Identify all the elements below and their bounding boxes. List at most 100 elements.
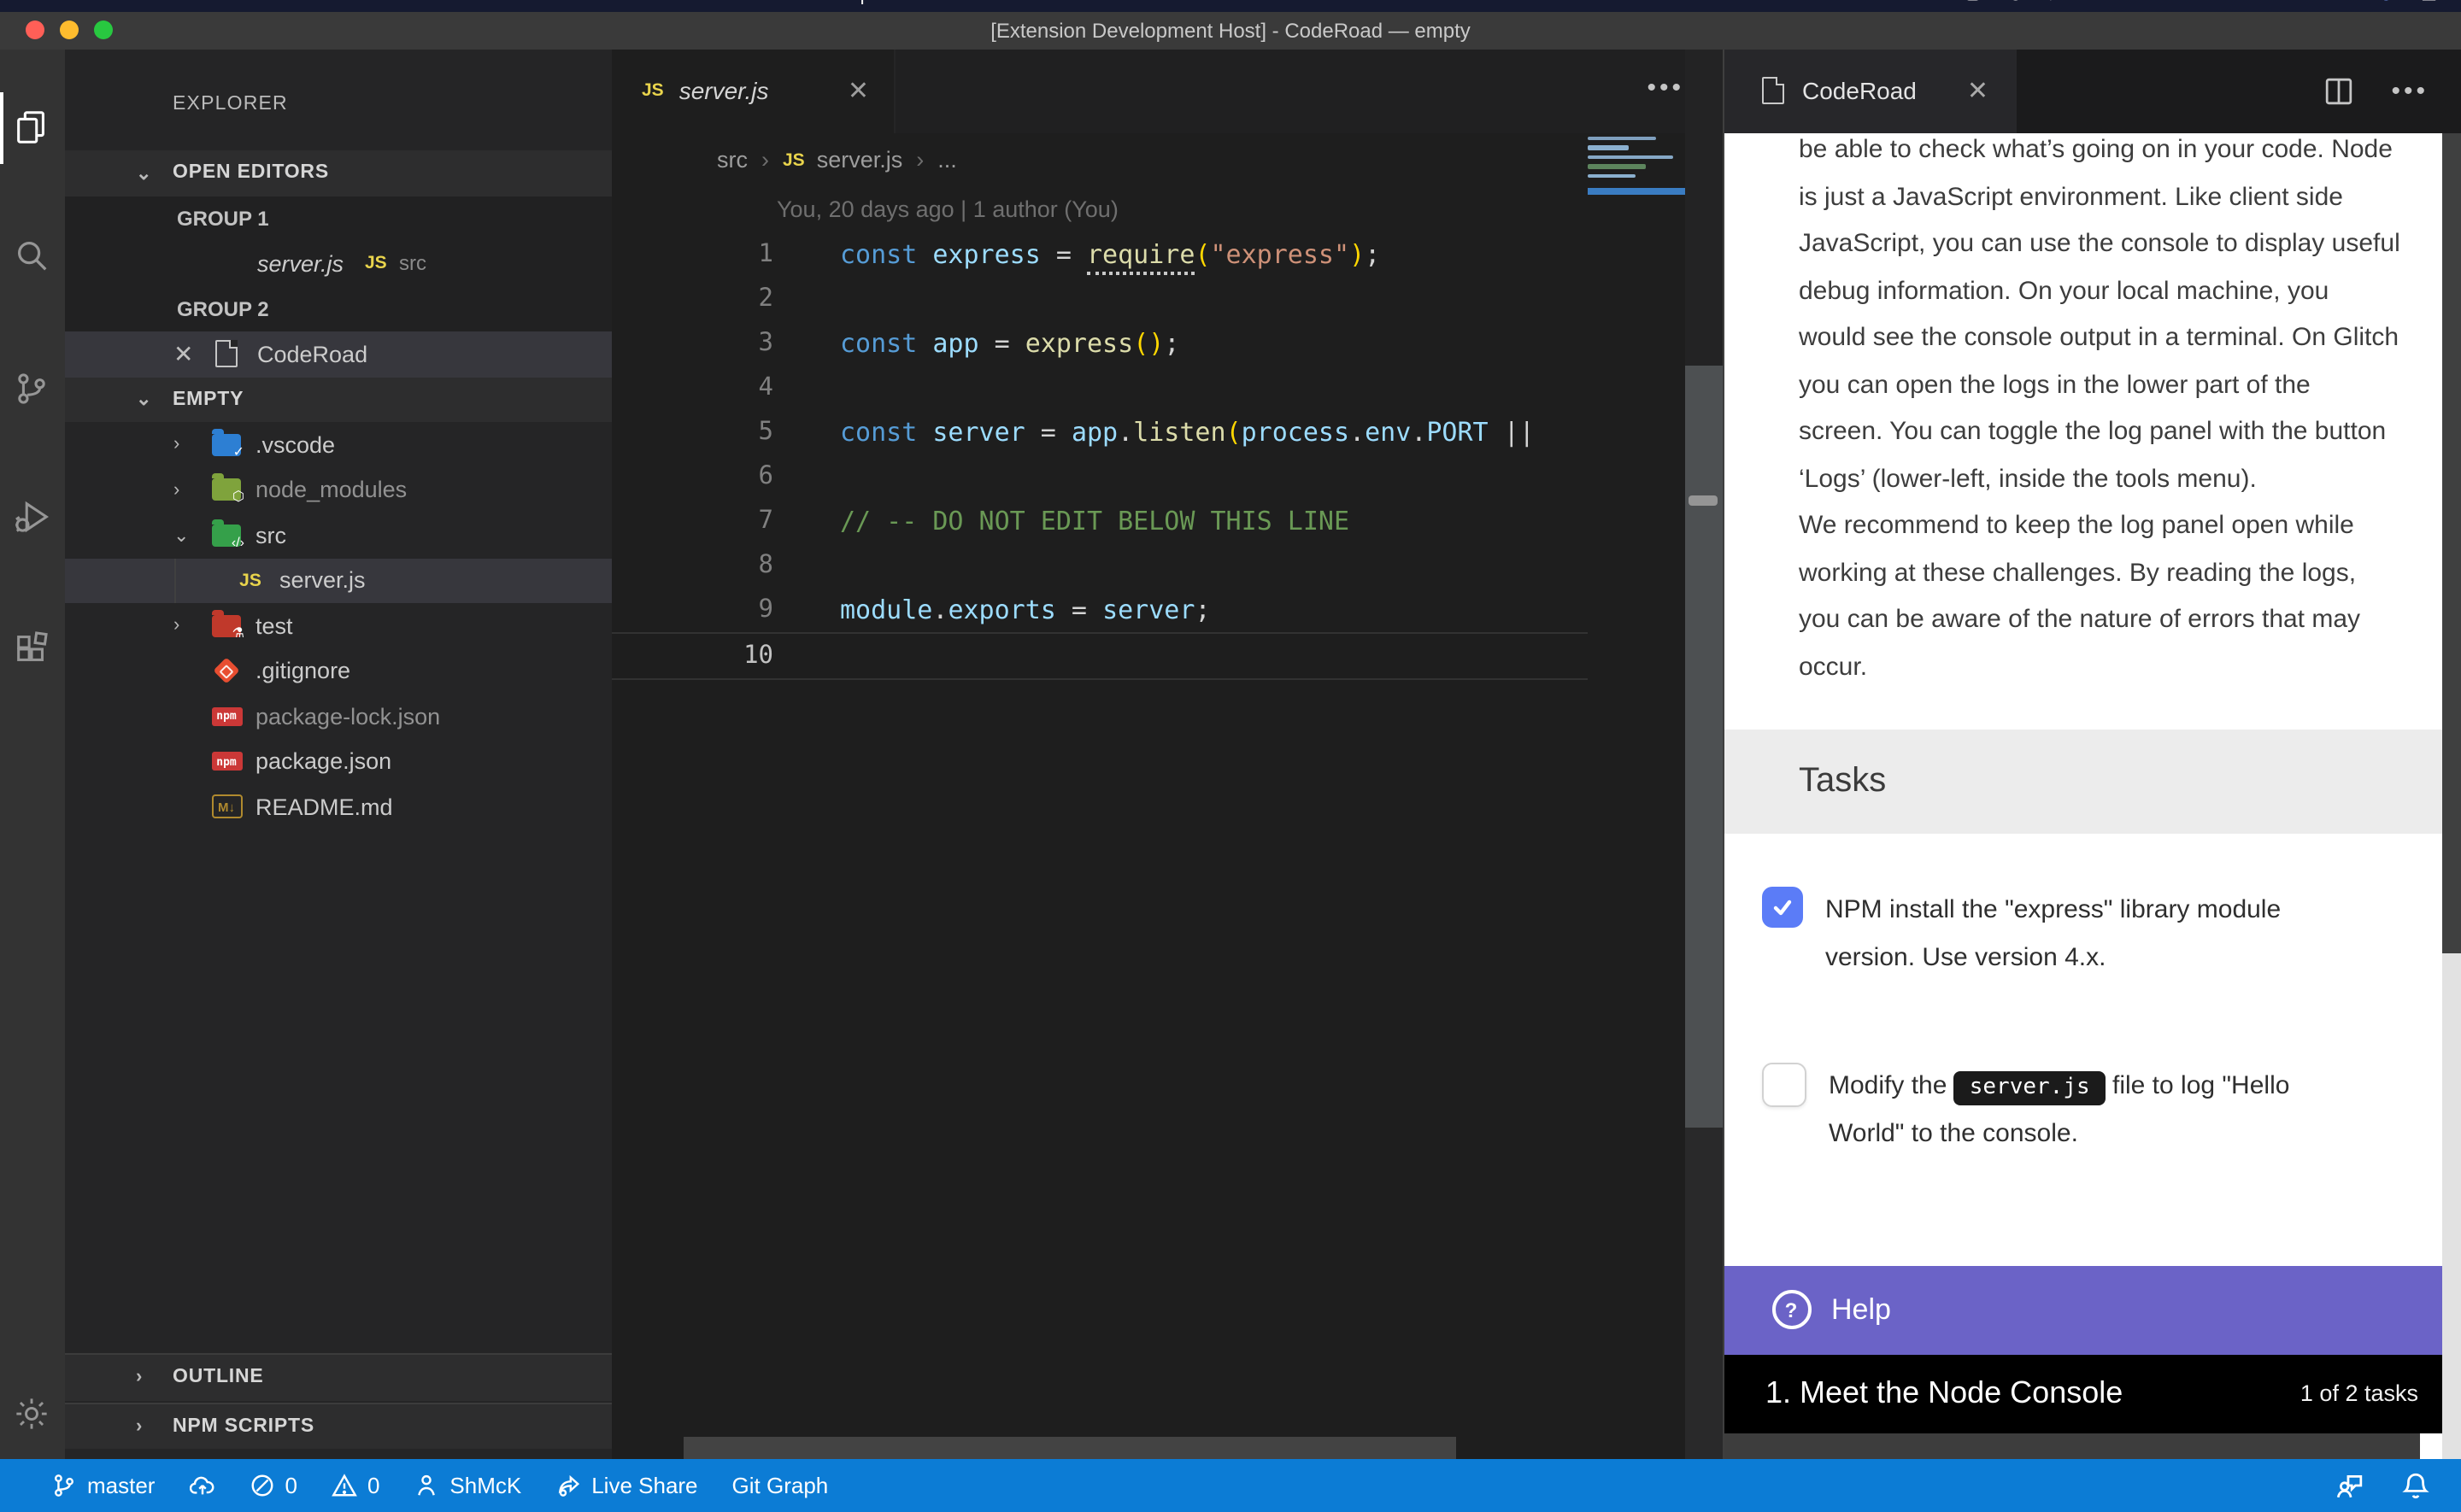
tree-item-node-modules[interactable]: ›⬡node_modules	[64, 467, 611, 513]
code-line-4[interactable]: 4	[611, 366, 1587, 410]
editor-vertical-scrollbar[interactable]	[1685, 49, 1722, 1458]
status-git-graph[interactable]: Git Graph	[732, 1473, 829, 1498]
macos-menu-bar: Code File Edit Selection View Go Run Terminal Wi…	[0, 0, 2461, 12]
status-cloud-upload[interactable]	[189, 1473, 214, 1498]
bell-icon[interactable]	[2401, 1471, 2430, 1500]
tree-item-test[interactable]: ›⚗test	[64, 603, 611, 648]
status-live-share[interactable]: Live Share	[555, 1473, 697, 1498]
breadcrumb-item[interactable]: src	[717, 148, 748, 173]
menu-item-selection[interactable]: Selection	[275, 0, 356, 5]
tab-server-js[interactable]: JS server.js ✕	[611, 49, 895, 133]
code-token: ;	[1195, 595, 1210, 625]
window-title-bar[interactable]: [Extension Development Host] - CodeRoad …	[0, 12, 2461, 50]
code-line-7[interactable]: 7// -- DO NOT EDIT BELOW THIS LINE	[611, 499, 1587, 543]
open-editor-server-js[interactable]: JSserver.jssrc	[64, 241, 611, 286]
section-npm-scripts[interactable]: ›NPM SCRIPTS	[64, 1402, 611, 1449]
close-tab-icon[interactable]: ✕	[848, 76, 869, 107]
upload-icon[interactable]: ▲	[2091, 0, 2108, 3]
tab-coderoad[interactable]: CodeRoad ✕	[1724, 49, 2016, 133]
code-token: exports	[948, 595, 1055, 625]
status-shmck[interactable]: ShMcK	[414, 1473, 521, 1498]
source-control-icon[interactable]	[0, 348, 64, 430]
lesson-text-line: ‘Logs’ (lower-left, inside the tools men…	[1799, 455, 2418, 502]
close-coderoad-tab-icon[interactable]: ✕	[1967, 76, 1988, 107]
editor-horizontal-scrollbar[interactable]	[684, 1436, 1456, 1458]
close-editor-icon[interactable]: ✕	[173, 340, 193, 369]
line-number: 2	[611, 285, 773, 313]
menu-app-name[interactable]: Code	[48, 0, 97, 5]
run-debug-icon[interactable]	[0, 476, 64, 558]
tree-item--vscode[interactable]: ›✓.vscode	[64, 422, 611, 467]
code-line-10[interactable]: 10	[611, 632, 1587, 680]
lesson-footer[interactable]: 1. Meet the Node Console 1 of 2 tasks	[1724, 1354, 2461, 1433]
panel-more-actions-icon[interactable]: •••	[2391, 77, 2429, 106]
tree-item-src[interactable]: ⌄‹/›src	[64, 513, 611, 558]
menu-item-view[interactable]: View	[394, 0, 436, 5]
file-icon	[1761, 78, 1783, 105]
webview-scrollbar-thumb[interactable]	[2442, 133, 2461, 953]
explorer-icon[interactable]	[0, 86, 64, 168]
code-editor[interactable]: 1const express = require("express"); 2 3co…	[611, 232, 1587, 680]
section-workspace-empty[interactable]: ⌄EMPTY	[64, 377, 611, 422]
siri-icon[interactable]: ◉	[2379, 0, 2393, 3]
help-section[interactable]: ? Help	[1724, 1266, 2461, 1354]
tree-item-package-json[interactable]: npmpackage.json	[64, 739, 611, 784]
line-number: 7	[611, 507, 773, 535]
line-number: 4	[611, 374, 773, 401]
spotlight-icon[interactable]: ⌕	[2341, 0, 2351, 3]
code-line-9[interactable]: 9module.exports = server;	[611, 588, 1587, 632]
status-0[interactable]: 0	[249, 1473, 297, 1498]
feedback-icon[interactable]	[2335, 1471, 2364, 1500]
tree-item-server-js[interactable]: JSserver.js	[64, 558, 611, 603]
tasks-section-header: Tasks	[1724, 729, 2461, 833]
status-0[interactable]: 0	[332, 1473, 379, 1498]
menu-item-run[interactable]: Run	[537, 0, 573, 5]
search-icon[interactable]	[0, 214, 64, 296]
menubar-clock[interactable]: Sat 9:45 PM	[2220, 0, 2314, 3]
status-label: 0	[367, 1473, 379, 1498]
play-icon[interactable]: ▶	[2050, 0, 2063, 3]
webview-scrollbar[interactable]	[2442, 133, 2461, 1458]
open-editor-coderoad[interactable]: ✕CodeRoad	[64, 331, 611, 377]
code-line-6[interactable]: 6	[611, 454, 1587, 499]
split-editor-icon[interactable]	[2324, 77, 2353, 106]
breadcrumb-item[interactable]: ...	[937, 148, 957, 173]
pencil-icon[interactable]: ✎	[2135, 0, 2150, 3]
chevron-down-icon: ⌄	[136, 389, 160, 411]
section-open-editors[interactable]: ⌄OPEN EDITORS	[64, 150, 611, 196]
js-file-icon: JS	[214, 251, 245, 277]
shield-icon[interactable]: ◍	[2008, 0, 2023, 3]
code-token: =	[1025, 417, 1072, 448]
code-line-5[interactable]: 5const server = app.listen(process.env.P…	[611, 410, 1587, 454]
vertical-scrollbar-handle[interactable]	[1689, 495, 1718, 505]
editor-more-actions-icon[interactable]: •••	[1647, 73, 1684, 102]
tree-item-package-lock-json[interactable]: npmpackage-lock.json	[64, 694, 611, 739]
battery-icon[interactable]: ▭	[2176, 0, 2193, 3]
menu-item-window[interactable]: Window	[723, 0, 793, 5]
settings-gear-icon[interactable]	[0, 1373, 64, 1455]
extensions-icon[interactable]	[0, 607, 64, 689]
task-checkbox-unchecked[interactable]	[1762, 1062, 1806, 1106]
tree-item-readme-md[interactable]: M↓README.md	[64, 784, 611, 829]
lesson-text-line: We recommend to keep the log panel open …	[1799, 502, 2418, 549]
menu-item-file[interactable]: File	[135, 0, 167, 5]
section-outline[interactable]: ›OUTLINE	[64, 1353, 611, 1400]
code-line-1[interactable]: 1const express = require("express");	[611, 232, 1587, 277]
task-checkbox-checked[interactable]	[1762, 887, 1803, 928]
status-master[interactable]: master	[51, 1473, 155, 1498]
menu-item-help[interactable]: Help	[831, 0, 871, 5]
tree-item--gitignore[interactable]: .gitignore	[64, 648, 611, 694]
code-line-8[interactable]: 8	[611, 543, 1587, 588]
code-line-3[interactable]: 3const app = express();	[611, 321, 1587, 366]
menu-item-terminal[interactable]: Terminal	[611, 0, 685, 5]
lesson-text-line: you can open the logs in the lower part …	[1799, 361, 2418, 408]
control-center-icon[interactable]: ▤	[2421, 0, 2437, 3]
menu-item-go[interactable]: Go	[473, 0, 500, 5]
minimap[interactable]	[1587, 136, 1685, 183]
code-line-2[interactable]: 2	[611, 277, 1587, 321]
task-text-segment: version. Use version 4.x.	[1825, 943, 2106, 972]
display-icon[interactable]: ▢	[1965, 0, 1981, 3]
breadcrumb-separator: ›	[761, 148, 769, 173]
breadcrumb-item[interactable]: server.js	[817, 148, 903, 173]
menu-item-edit[interactable]: Edit	[204, 0, 238, 5]
